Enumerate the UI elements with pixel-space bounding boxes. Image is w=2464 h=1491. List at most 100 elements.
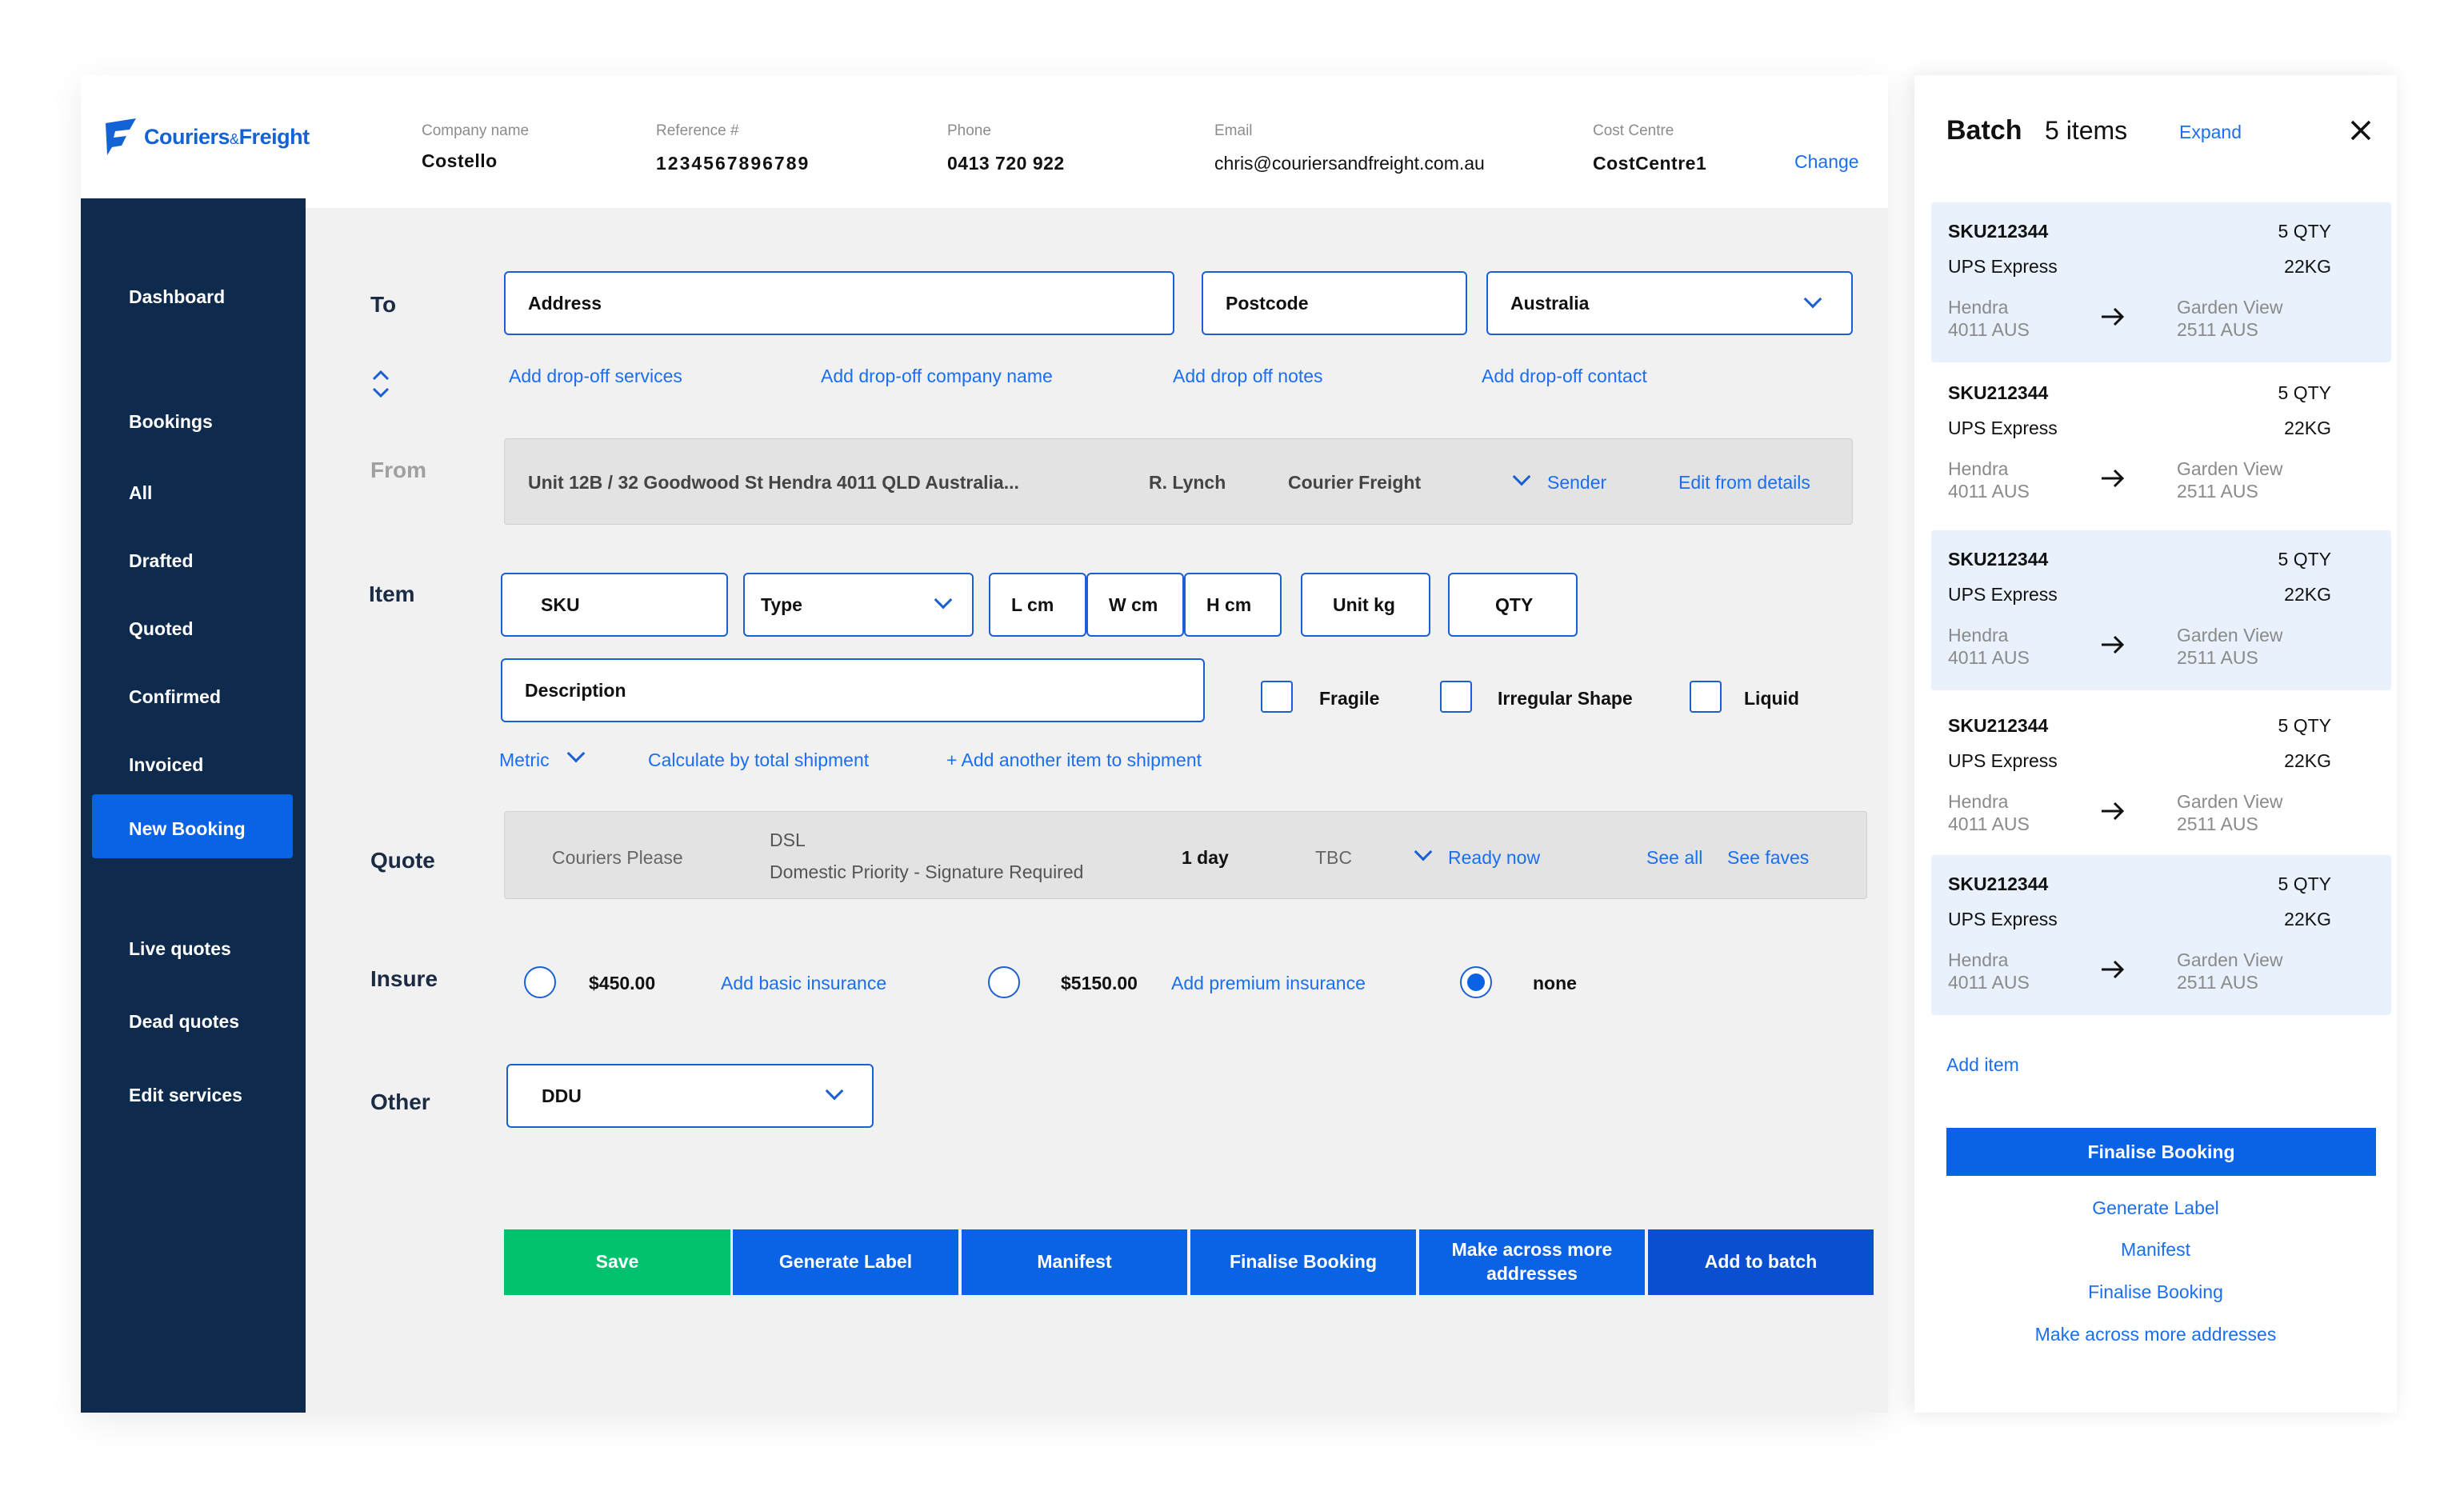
from-contact: R. Lynch — [1149, 472, 1226, 493]
batch-item-service: UPS Express — [1948, 750, 2058, 771]
type-placeholder: Type — [761, 594, 802, 615]
email-label: Email — [1214, 122, 1253, 139]
sidebar-item-bookings[interactable]: Bookings — [129, 411, 213, 433]
quote-price: TBC — [1315, 847, 1352, 868]
batch-item-origin: Hendra 4011 AUS — [1948, 791, 2030, 834]
see-all-quotes-link[interactable]: See all — [1646, 847, 1702, 869]
fragile-checkbox[interactable] — [1261, 681, 1293, 713]
batch-manifest-link[interactable]: Manifest — [1914, 1239, 2397, 1261]
calculate-total-link[interactable]: Calculate by total shipment — [648, 749, 869, 771]
unit-weight-field[interactable]: Unit kg — [1301, 573, 1430, 637]
add-batch-item-link[interactable]: Add item — [1946, 1054, 2019, 1076]
batch-item-qty: 5 QTY — [2278, 382, 2331, 403]
batch-item[interactable]: SKU212344 5 QTY UPS Express 22KG Hendra 4… — [1931, 855, 2391, 1015]
sidebar-item-confirmed[interactable]: Confirmed — [129, 686, 221, 708]
sku-placeholder: SKU — [541, 594, 580, 615]
quote-carrier: Couriers Please — [552, 847, 683, 868]
multi-address-button[interactable]: Make across more addresses — [1419, 1229, 1645, 1295]
email-value: chris@couriersandfreight.com.au — [1214, 153, 1485, 174]
add-to-batch-button[interactable]: Add to batch — [1648, 1229, 1874, 1295]
other-label: Other — [370, 1089, 430, 1114]
quote-eta: 1 day — [1182, 847, 1229, 868]
batch-generate-label-link[interactable]: Generate Label — [1914, 1197, 2397, 1219]
cost-centre-label: Cost Centre — [1593, 122, 1674, 139]
quote-service-code: DSL — [770, 829, 806, 850]
length-field[interactable]: L cm — [989, 573, 1086, 637]
postcode-placeholder: Postcode — [1226, 292, 1309, 314]
batch-item-service: UPS Express — [1948, 584, 2058, 605]
batch-item-origin: Hendra 4011 AUS — [1948, 625, 2030, 668]
sidebar-item-quoted[interactable]: Quoted — [129, 618, 194, 640]
batch-item[interactable]: SKU212344 5 QTY UPS Express 22KG Hendra 4… — [1931, 697, 2391, 857]
height-field[interactable]: H cm — [1184, 573, 1282, 637]
sidebar-item-all[interactable]: All — [129, 482, 152, 504]
batch-item[interactable]: SKU212344 5 QTY UPS Express 22KG Hendra 4… — [1931, 364, 2391, 524]
sidebar-item-new-booking[interactable]: New Booking — [129, 818, 246, 840]
length-placeholder: L cm — [1011, 594, 1054, 615]
add-basic-insurance-link[interactable]: Add basic insurance — [721, 973, 886, 994]
quote-label: Quote — [370, 848, 435, 873]
basic-insurance-radio[interactable] — [524, 966, 556, 998]
arrow-right-icon — [2102, 960, 2125, 979]
phone-value: 0413 720 922 — [947, 153, 1065, 174]
sku-field[interactable]: SKU — [501, 573, 728, 637]
cost-centre-value: CostCentre1 — [1593, 153, 1707, 174]
irregular-shape-checkbox[interactable] — [1440, 681, 1472, 713]
quantity-field[interactable]: QTY — [1448, 573, 1578, 637]
finalise-booking-button[interactable]: Finalise Booking — [1190, 1229, 1416, 1295]
batch-finalise-link[interactable]: Finalise Booking — [1914, 1281, 2397, 1303]
country-select[interactable]: Australia — [1486, 271, 1853, 335]
type-select[interactable]: Type — [743, 573, 974, 637]
description-field[interactable]: Description — [501, 658, 1205, 722]
premium-insurance-radio[interactable] — [988, 966, 1020, 998]
add-dropoff-contact-link[interactable]: Add drop-off contact — [1482, 366, 1647, 387]
batch-item-origin: Hendra 4011 AUS — [1948, 949, 2030, 993]
batch-multi-address-link[interactable]: Make across more addresses — [1914, 1324, 2397, 1345]
edit-from-details-link[interactable]: Edit from details — [1678, 472, 1810, 494]
sidebar-item-live-quotes[interactable]: Live quotes — [129, 938, 231, 960]
batch-item-sku: SKU212344 — [1948, 715, 2049, 736]
item-label: Item — [369, 582, 415, 606]
ready-time-select[interactable]: Ready now — [1448, 847, 1540, 869]
batch-finalise-button[interactable]: Finalise Booking — [1946, 1128, 2376, 1176]
swap-icon[interactable] — [370, 366, 392, 402]
add-dropoff-company-link[interactable]: Add drop-off company name — [821, 366, 1053, 387]
manifest-button[interactable]: Manifest — [962, 1229, 1187, 1295]
quote-service-name: Domestic Priority - Signature Required — [770, 861, 1084, 882]
incoterm-select[interactable]: DDU — [506, 1064, 874, 1128]
no-insurance-label: none — [1533, 973, 1577, 993]
expand-batch-link[interactable]: Expand — [2179, 122, 2242, 143]
address-placeholder: Address — [528, 292, 602, 314]
batch-item-qty: 5 QTY — [2278, 221, 2331, 242]
batch-item[interactable]: SKU212344 5 QTY UPS Express 22KG Hendra 4… — [1931, 530, 2391, 690]
sidebar-item-dashboard[interactable]: Dashboard — [129, 286, 225, 308]
change-cost-centre-link[interactable]: Change — [1794, 151, 1859, 173]
company-name-value: Costello — [422, 150, 498, 171]
add-dropoff-notes-link[interactable]: Add drop off notes — [1173, 366, 1323, 387]
sidebar-item-drafted[interactable]: Drafted — [129, 550, 194, 572]
add-another-item-link[interactable]: + Add another item to shipment — [946, 749, 1202, 771]
batch-item-weight: 22KG — [2284, 750, 2331, 771]
add-premium-insurance-link[interactable]: Add premium insurance — [1171, 973, 1366, 994]
no-insurance-radio[interactable] — [1460, 966, 1492, 998]
chevron-down-icon — [1803, 290, 1822, 309]
address-field[interactable]: Address — [504, 271, 1174, 335]
add-dropoff-services-link[interactable]: Add drop-off services — [509, 366, 682, 387]
liquid-checkbox[interactable] — [1690, 681, 1722, 713]
batch-item-weight: 22KG — [2284, 584, 2331, 605]
sidebar-item-dead-quotes[interactable]: Dead quotes — [129, 1011, 239, 1033]
unit-system-select[interactable]: Metric — [499, 749, 550, 771]
see-faves-link[interactable]: See faves — [1727, 847, 1809, 869]
generate-label-button[interactable]: Generate Label — [733, 1229, 958, 1295]
sidebar-item-edit-services[interactable]: Edit services — [129, 1085, 242, 1106]
save-button[interactable]: Save — [504, 1229, 730, 1295]
postcode-field[interactable]: Postcode — [1202, 271, 1467, 335]
sender-role-select[interactable]: Sender — [1547, 472, 1606, 494]
sidebar: Dashboard Bookings All Drafted Quoted Co… — [81, 198, 306, 1413]
close-icon[interactable] — [2350, 119, 2372, 142]
sidebar-item-invoiced[interactable]: Invoiced — [129, 754, 203, 776]
width-field[interactable]: W cm — [1086, 573, 1184, 637]
from-label: From — [370, 458, 426, 482]
batch-item[interactable]: SKU212344 5 QTY UPS Express 22KG Hendra 4… — [1931, 202, 2391, 362]
logo-text: Couriers&Freight — [144, 124, 310, 149]
